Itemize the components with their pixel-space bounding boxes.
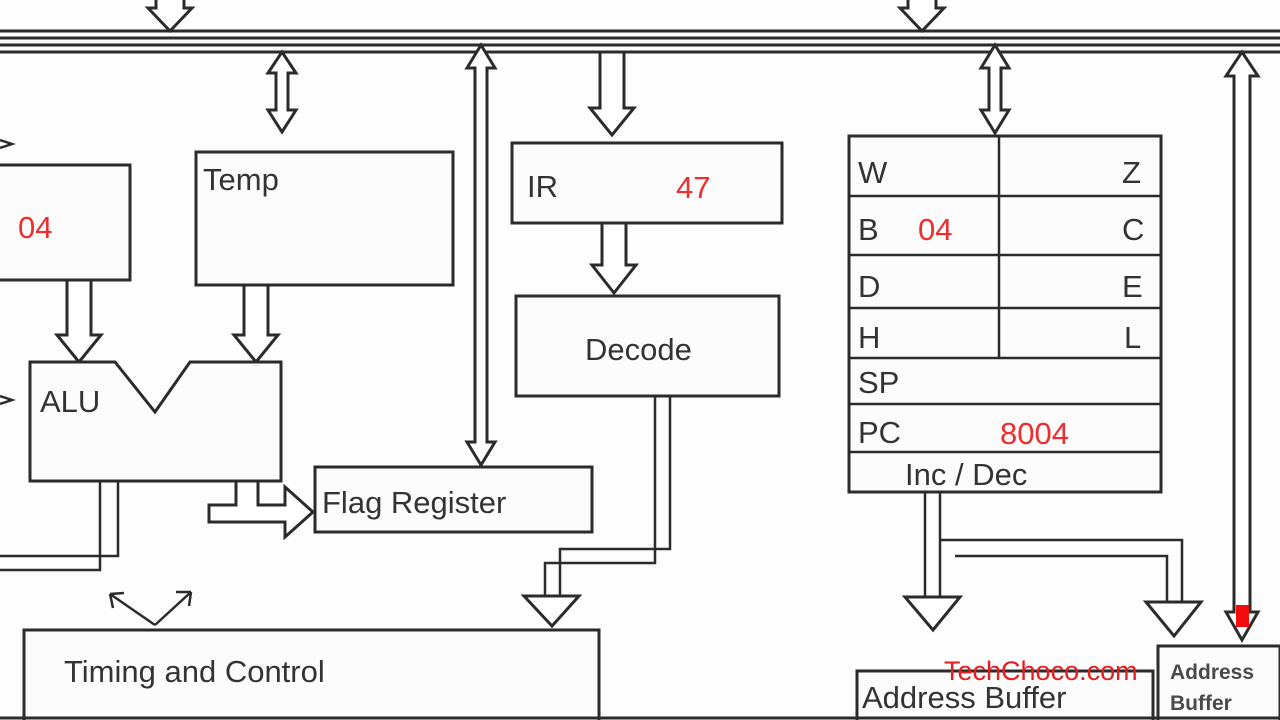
bus-temp-bidirectional-arrow [265,49,299,135]
register-b-value: 04 [918,212,952,247]
timing-control-label: Timing and Control [64,654,325,689]
watermark: TechChoco.com [944,656,1138,686]
register-b-name: B [858,212,879,247]
register-h-name: H [858,320,880,355]
internal-data-bus [0,29,1280,40]
timing-control-signal-arrows [108,590,193,627]
address-bus-long-arrow [1223,49,1261,644]
architecture-diagram: 04 Temp ALU IR 47 Decode Flag Register T… [0,0,1280,720]
accumulator-value: 04 [18,210,52,245]
cursor-marker [1236,605,1249,627]
register-c-name: C [1122,212,1144,247]
register-incdec-label: Inc / Dec [905,457,1027,492]
flag-register-label: Flag Register [322,485,506,520]
accumulator-to-alu-arrow [53,278,105,365]
incdec-to-address-buffer-arrow [901,492,964,633]
bus-to-flag-long-arrow [464,42,498,468]
register-pc-name: PC [858,415,901,450]
register-w-name: W [858,155,888,190]
register-z-name: Z [1122,155,1141,190]
ir-to-decode-arrow [588,221,640,296]
decode-label: Decode [585,332,692,367]
alu-feedback-path [0,481,120,572]
ir-label: IR [527,169,558,204]
bus-to-register-array-arrow [978,42,1012,136]
alu-block [28,360,283,483]
register-to-side-buffer-path [940,538,1205,639]
temp-to-alu-arrow [230,283,282,365]
ir-value: 47 [676,170,710,205]
alu-to-flag-arrow [207,479,316,541]
internal-address-bus [0,43,1280,54]
address-buffer-side-line2: Buffer [1170,692,1232,715]
register-l-name: L [1124,320,1141,355]
temp-label: Temp [203,162,279,197]
register-d-name: D [858,269,880,304]
bus-in-arrow-right [896,0,948,34]
register-sp-name: SP [858,365,899,400]
bus-in-arrow-left [144,0,196,34]
alu-label: ALU [40,384,100,419]
register-e-name: E [1122,269,1143,304]
diagram-canvas: 04 Temp ALU IR 47 Decode Flag Register T… [0,0,1280,720]
register-pc-value: 8004 [1000,416,1069,451]
address-buffer-side-line1: Address [1170,661,1254,684]
bus-to-ir-arrow [586,50,638,138]
